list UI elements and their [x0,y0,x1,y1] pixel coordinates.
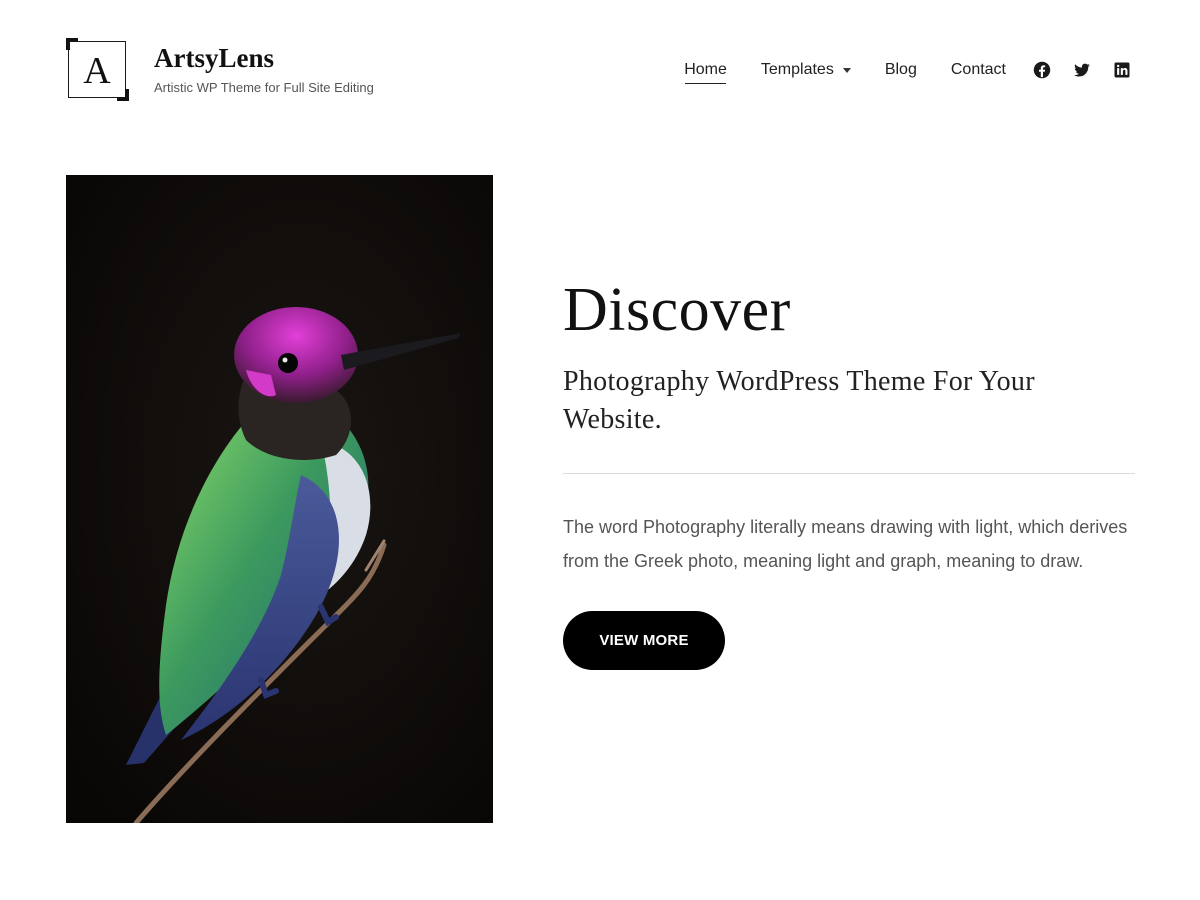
hero-description: The word Photography literally means dra… [563,517,1128,571]
hero-heading: Discover [563,276,791,344]
view-more-button[interactable]: VIEW MORE [563,611,725,670]
hero-content: Discover Photography WordPress Theme For… [563,270,1135,670]
main-navigation: Home Templates Blog Contact [684,58,1134,84]
twitter-icon [1074,63,1090,77]
nav-item-label: Contact [950,61,1006,78]
hero-divider [563,473,1135,474]
chevron-down-icon[interactable] [842,67,851,73]
nav-item-home[interactable]: Home [684,58,727,84]
social-links [1030,58,1134,82]
facebook-icon [1033,61,1051,79]
facebook-link[interactable] [1030,58,1054,82]
nav-item-blog[interactable]: Blog [885,58,917,82]
hummingbird-illustration [66,175,493,823]
hero-hummingbird-image [66,175,493,823]
nav-item-label: Home [684,61,727,78]
site-title[interactable]: ArtsyLens [154,43,274,74]
linkedin-link[interactable] [1110,58,1134,82]
nav-item-label: Templates [760,61,834,78]
nav-item-contact[interactable]: Contact [951,58,1006,82]
nav-item-label: Blog [884,61,917,78]
twitter-link[interactable] [1070,58,1094,82]
site-header: A ArtsyLens Artistic WP Theme for Full S… [66,38,1134,102]
logo-corner-bottom-right [117,89,129,101]
linkedin-icon [1114,62,1130,78]
nav-item-templates[interactable]: Templates [761,58,851,82]
site-logo[interactable]: A [66,38,130,102]
hero-subheading: Photography WordPress Theme For Your Web… [563,366,1035,435]
site-tagline: Artistic WP Theme for Full Site Editing [154,80,374,95]
